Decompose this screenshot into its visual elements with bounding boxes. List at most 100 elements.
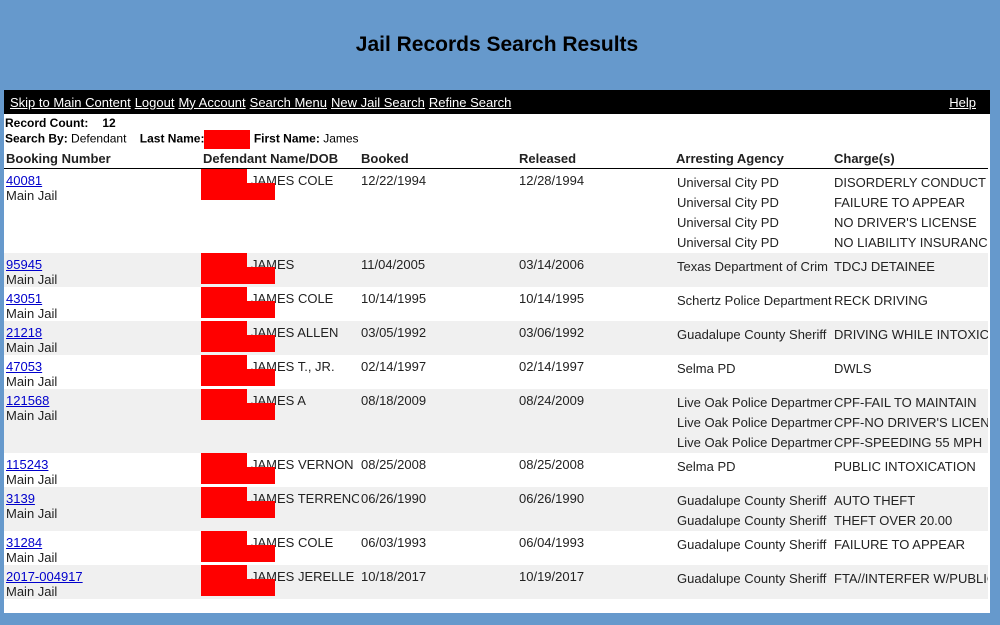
booked-date: 10/18/2017 xyxy=(361,569,427,584)
table-row: 40081 Main Jail JAMES COLE 12/22/1994 12… xyxy=(4,169,988,254)
page: Jail Records Search Results Skip to Main… xyxy=(4,0,990,613)
booking-number-link[interactable]: 121568 xyxy=(6,393,49,408)
redacted-dob xyxy=(201,545,275,562)
facility-text: Main Jail xyxy=(6,188,58,203)
booked-date: 11/04/2005 xyxy=(361,257,426,272)
booking-cell: 40081 Main Jail xyxy=(4,169,201,254)
new-jail-search-link[interactable]: New Jail Search xyxy=(331,95,425,110)
booking-number-link[interactable]: 21218 xyxy=(6,325,42,340)
booking-number-link[interactable]: 115243 xyxy=(6,457,48,472)
results-body: 40081 Main Jail JAMES COLE 12/22/1994 12… xyxy=(4,169,988,599)
booked-date: 08/25/2008 xyxy=(361,457,427,472)
booking-cell: 21218 Main Jail xyxy=(4,321,201,355)
logout-link[interactable]: Logout xyxy=(135,95,175,110)
table-row: 2017-004917 Main Jail JAMES JERELLE 10/1… xyxy=(4,565,988,599)
col-charges[interactable]: Charge(s) xyxy=(832,149,988,169)
redacted-dob xyxy=(201,403,275,420)
col-booked[interactable]: Booked xyxy=(359,149,517,169)
facility-text: Main Jail xyxy=(6,584,58,599)
charges-cell: CPF-FAIL TO MAINTAIN CPF-NO DRIVER'S LICE… xyxy=(832,389,988,453)
table-row: 43051 Main Jail JAMES COLE 10/14/1995 10… xyxy=(4,287,988,321)
facility-text: Main Jail xyxy=(6,506,58,521)
agency-value: Guadalupe County Sheriff xyxy=(677,327,827,342)
released-date: 08/25/2008 xyxy=(519,457,585,472)
agency-value: Live Oak Police Department xyxy=(677,435,832,450)
booking-number-link[interactable]: 40081 xyxy=(6,173,42,188)
defendant-cell: JAMES A xyxy=(201,389,359,453)
bottom-bar xyxy=(0,613,1000,625)
search-criteria-line: Search By: Defendant Last Name: First Na… xyxy=(5,130,989,149)
defendant-cell: JAMES JERELLE xyxy=(201,565,359,599)
agency-value: Live Oak Police Department xyxy=(677,395,832,410)
agency-value: Texas Department of Crim xyxy=(677,259,828,274)
booking-number-link[interactable]: 3139 xyxy=(6,491,35,506)
booking-number-link[interactable]: 95945 xyxy=(6,257,42,272)
skip-to-main-link[interactable]: Skip to Main Content xyxy=(10,95,131,110)
charge-value: FTA//INTERFER W/PUBLIC DUTIES xyxy=(834,571,988,586)
col-defendant-name[interactable]: Defendant Name/DOB xyxy=(201,149,359,169)
released-date: 08/24/2009 xyxy=(519,393,585,408)
my-account-link[interactable]: My Account xyxy=(178,95,245,110)
charge-value: CPF-FAIL TO MAINTAIN xyxy=(834,395,977,410)
booking-cell: 47053 Main Jail xyxy=(4,355,201,389)
charges-cell: FAILURE TO APPEAR xyxy=(832,531,988,565)
booked-date: 06/03/1993 xyxy=(361,535,427,550)
charge-value: PUBLIC INTOXICATION xyxy=(834,459,976,474)
charge-value: AUTO THEFT xyxy=(834,493,916,508)
agency-value: Live Oak Police Department xyxy=(677,415,832,430)
charge-value: DWLS xyxy=(834,361,872,376)
booked-date: 03/05/1992 xyxy=(361,325,427,340)
charge-value: RECK DRIVING xyxy=(834,293,928,308)
released-date: 03/14/2006 xyxy=(519,257,585,272)
redacted-dob xyxy=(201,183,275,200)
facility-text: Main Jail xyxy=(6,550,58,565)
first-name-label: First Name: xyxy=(253,131,320,146)
released-date: 10/14/1995 xyxy=(519,291,585,306)
charge-value: FAILURE TO APPEAR xyxy=(834,537,966,552)
first-name-value: James xyxy=(323,131,359,146)
charge-value: TDCJ DETAINEE xyxy=(834,259,935,274)
search-menu-link[interactable]: Search Menu xyxy=(250,95,327,110)
defendant-cell: JAMES COLE xyxy=(201,169,359,254)
booking-number-link[interactable]: 43051 xyxy=(6,291,42,306)
charge-value: NO DRIVER'S LICENSE xyxy=(834,215,977,230)
agency-value: Guadalupe County Sheriff xyxy=(677,537,827,552)
agency-value: Universal City PD xyxy=(677,215,779,230)
help-link[interactable]: Help xyxy=(949,95,976,110)
results-table: Booking Number Defendant Name/DOB Booked… xyxy=(4,149,988,599)
facility-text: Main Jail xyxy=(6,408,58,423)
col-arresting-agency[interactable]: Arresting Agency xyxy=(674,149,832,169)
agency-cell: Selma PD xyxy=(674,453,832,487)
charge-value: NO LIABILITY INSURANCE xyxy=(834,235,988,250)
booking-number-link[interactable]: 2017-004917 xyxy=(6,569,83,584)
agency-value: Universal City PD xyxy=(677,195,779,210)
defendant-cell: JAMES TERRENCE xyxy=(201,487,359,531)
booking-cell: 95945 Main Jail xyxy=(4,253,201,287)
agency-value: Guadalupe County Sheriff xyxy=(677,493,827,508)
facility-text: Main Jail xyxy=(6,472,58,487)
agency-cell: Guadalupe County Sheriff xyxy=(674,531,832,565)
charges-cell: RECK DRIVING xyxy=(832,287,988,321)
table-row: 21218 Main Jail JAMES ALLEN 03/05/1992 0… xyxy=(4,321,988,355)
charge-value: FAILURE TO APPEAR xyxy=(834,195,966,210)
vertical-scrollbar[interactable] xyxy=(990,0,1000,625)
booked-date: 06/26/1990 xyxy=(361,491,427,506)
page-title: Jail Records Search Results xyxy=(355,33,639,56)
booking-number-link[interactable]: 47053 xyxy=(6,359,42,374)
refine-search-link[interactable]: Refine Search xyxy=(429,95,511,110)
facility-text: Main Jail xyxy=(6,306,58,321)
agency-cell: Live Oak Police Department Live Oak Polic… xyxy=(674,389,832,453)
facility-text: Main Jail xyxy=(6,272,58,287)
booking-number-link[interactable]: 31284 xyxy=(6,535,42,550)
charges-cell: DISORDERLY CONDUCT FAILURE TO APPEAR NO DR… xyxy=(832,169,988,254)
table-row: 115243 Main Jail JAMES VERNON 08/25/2008… xyxy=(4,453,988,487)
agency-value: Schertz Police Department xyxy=(677,293,832,308)
booked-date: 12/22/1994 xyxy=(361,173,427,188)
booking-cell: 43051 Main Jail xyxy=(4,287,201,321)
agency-cell: Texas Department of Crim xyxy=(674,253,832,287)
table-row: 121568 Main Jail JAMES A 08/18/2009 08/2… xyxy=(4,389,988,453)
col-booking-number[interactable]: Booking Number xyxy=(4,149,201,169)
col-released[interactable]: Released xyxy=(517,149,674,169)
agency-cell: Guadalupe County Sheriff Guadalupe County… xyxy=(674,487,832,531)
charges-cell: DRIVING WHILE INTOXICATED xyxy=(832,321,988,355)
